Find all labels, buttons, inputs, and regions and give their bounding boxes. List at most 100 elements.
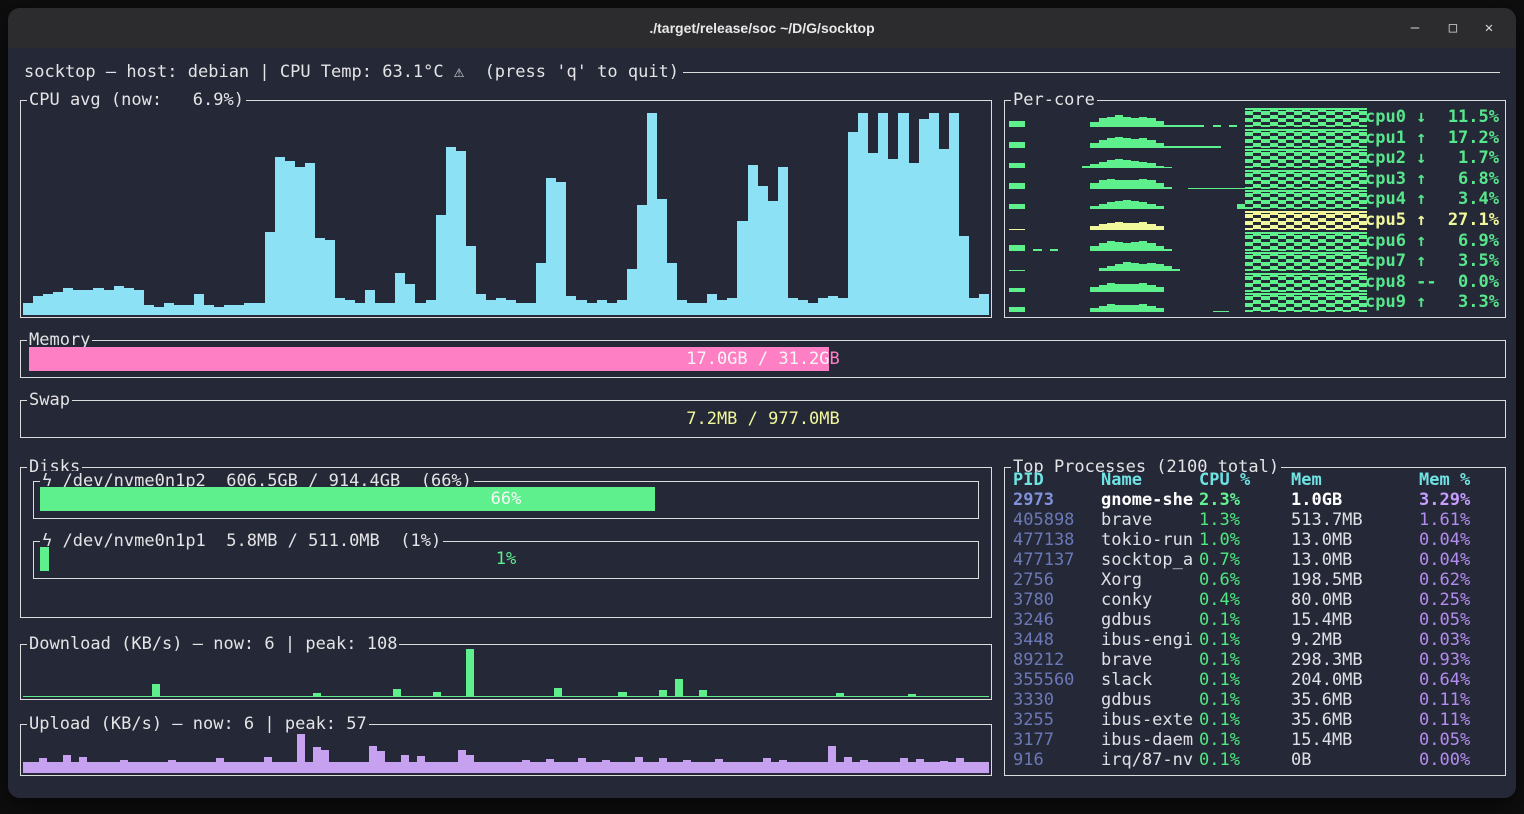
core-sparkline (1009, 129, 1367, 148)
chart-bar (932, 696, 940, 697)
column-header[interactable]: Mem (1291, 470, 1419, 490)
minimize-button[interactable]: – (1398, 8, 1432, 48)
column-header[interactable]: PID (1013, 470, 1101, 490)
chart-bar (254, 303, 264, 315)
column-header[interactable]: Mem % (1419, 470, 1505, 490)
process-row[interactable]: 89212brave0.1%298.3MB0.93% (1005, 650, 1505, 670)
process-row[interactable]: 405898brave1.3%513.7MB1.61% (1005, 510, 1505, 530)
close-button[interactable]: ✕ (1472, 8, 1506, 48)
chart-bar (778, 167, 788, 315)
core-label: cpu3 ↑ 6.8% (1365, 170, 1499, 189)
chart-bar (932, 762, 940, 773)
process-cpu: 0.1% (1199, 690, 1291, 710)
core-label: cpu6 ↑ 6.9% (1365, 232, 1499, 251)
chart-bar (1017, 270, 1025, 272)
chart-bar (1009, 245, 1017, 251)
chart-bar (779, 760, 787, 773)
window-titlebar[interactable]: ./target/release/soc ~/D/G/socktop – □ ✕ (8, 8, 1516, 48)
process-row[interactable]: 3255ibus-exte0.1%35.6MB0.11% (1005, 710, 1505, 730)
chart-bar (1351, 211, 1359, 230)
chart-bar (93, 288, 103, 315)
chart-bar (409, 762, 417, 773)
chart-bar (395, 273, 405, 315)
chart-bar (546, 178, 556, 315)
chart-bar (818, 298, 828, 315)
process-pid: 3246 (1013, 610, 1101, 630)
chart-bar (715, 696, 723, 697)
process-mem: 1.0GB (1291, 490, 1419, 510)
chart-bar (1009, 307, 1017, 312)
chart-bar (852, 762, 860, 773)
chart-bar (79, 757, 87, 773)
chart-bar (184, 696, 192, 697)
chart-bar (1351, 149, 1359, 168)
chart-bar (1107, 241, 1115, 250)
chart-bar (329, 762, 337, 773)
chart-bar (1115, 159, 1123, 169)
process-name: gdbus (1101, 690, 1199, 710)
chart-bar (1033, 249, 1041, 250)
chart-bar (498, 696, 506, 697)
chart-bar (1253, 108, 1261, 127)
chart-bar (546, 696, 554, 697)
chart-bar (804, 696, 812, 697)
chart-bar (1147, 118, 1155, 127)
process-row[interactable]: 2973gnome-she2.3%1.0GB3.29% (1005, 490, 1505, 510)
chart-bar (1351, 293, 1359, 312)
chart-bar (538, 762, 546, 773)
chart-bar (1017, 142, 1025, 147)
process-memp: 0.04% (1419, 530, 1505, 550)
process-row[interactable]: 3448ibus-engi0.1%9.2MB0.03% (1005, 630, 1505, 650)
chart-bar (723, 762, 731, 773)
process-row[interactable]: 477138tokio-run1.0%13.0MB0.04% (1005, 530, 1505, 550)
chart-bar (154, 307, 164, 315)
chart-bar (1261, 232, 1269, 251)
process-row[interactable]: 916irq/87-nv0.1%0B0.00% (1005, 750, 1505, 770)
chart-bar (659, 758, 667, 773)
chart-bar (1270, 170, 1278, 189)
chart-bar (1115, 284, 1123, 292)
chart-bar (369, 746, 377, 773)
chart-bar (1131, 118, 1139, 128)
chart-bar (1343, 170, 1351, 189)
chart-bar (1213, 125, 1221, 127)
process-memp: 0.05% (1419, 730, 1505, 750)
chart-bar (47, 696, 55, 697)
chart-bar (224, 762, 232, 773)
process-row[interactable]: 477137socktop_a0.7%13.0MB0.04% (1005, 550, 1505, 570)
chart-bar (1286, 129, 1294, 148)
chart-bar (1107, 160, 1115, 168)
chart-bar (31, 762, 39, 773)
process-name: conky (1101, 590, 1199, 610)
chart-bar (1164, 187, 1172, 189)
chart-bar (1180, 125, 1188, 127)
chart-bar (1164, 249, 1172, 251)
process-row[interactable]: 3177ibus-daem0.1%15.4MB0.05% (1005, 730, 1505, 750)
chart-bar (112, 696, 120, 697)
chart-bar (939, 149, 949, 315)
process-row[interactable]: 3330gdbus0.1%35.6MB0.11% (1005, 690, 1505, 710)
chart-bar (1351, 108, 1359, 127)
chart-bar (353, 696, 361, 697)
chart-bar (1343, 190, 1351, 209)
chart-bar (1164, 146, 1172, 148)
process-cpu: 1.0% (1199, 530, 1291, 550)
chart-bar (458, 750, 466, 773)
process-name: tokio-run (1101, 530, 1199, 550)
chart-bar (337, 696, 345, 697)
process-row[interactable]: 3780conky0.4%80.0MB0.25% (1005, 590, 1505, 610)
chart-bar (335, 298, 345, 315)
chart-bar (176, 696, 184, 697)
chart-bar (1123, 160, 1131, 169)
chart-bar (1017, 183, 1025, 189)
chart-bar (1326, 232, 1334, 251)
process-row[interactable]: 3246gdbus0.1%15.4MB0.05% (1005, 610, 1505, 630)
process-row[interactable]: 2756Xorg0.6%198.5MB0.62% (1005, 570, 1505, 590)
maximize-button[interactable]: □ (1436, 8, 1470, 48)
chart-bar (1245, 149, 1253, 168)
process-row[interactable]: 355560slack0.1%204.0MB0.64% (1005, 670, 1505, 690)
column-header[interactable]: CPU % (1199, 470, 1291, 490)
column-header[interactable]: Name (1101, 470, 1199, 490)
disk1-gauge: 66% (40, 487, 972, 511)
app-header: socktop — host: debian | CPU Temp: 63.1°… (24, 62, 1500, 82)
